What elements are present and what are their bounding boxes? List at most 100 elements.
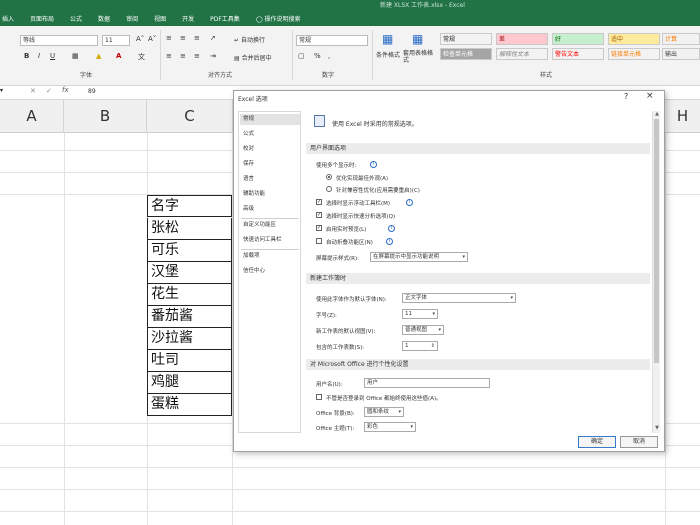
radio-opt-compat[interactable] <box>326 186 332 192</box>
indent-icon[interactable]: ⇥ <box>210 52 216 60</box>
nav-language[interactable]: 语言 <box>240 174 300 185</box>
phonetic-icon[interactable]: 文 <box>138 52 145 62</box>
grow-font-icon[interactable]: A˄ <box>136 35 144 43</box>
style-normal[interactable]: 常规 <box>440 33 492 45</box>
style-linked-cell[interactable]: 链接单元格 <box>608 48 660 60</box>
italic-icon[interactable]: I <box>38 52 40 60</box>
nav-quick-access[interactable]: 快速访问工具栏 <box>240 235 300 246</box>
font-size-box[interactable]: 11 <box>102 35 130 46</box>
table-cell[interactable]: 花生 <box>147 284 232 306</box>
align-center-icon[interactable]: ≡ <box>180 52 186 60</box>
comma-icon[interactable]: , <box>328 52 330 60</box>
table-cell[interactable]: 吐司 <box>147 350 232 372</box>
screentip-dropdown[interactable]: 在屏幕提示中显示功能说明 ▾ <box>370 252 468 262</box>
fill-color-icon[interactable]: ▲ <box>96 52 101 60</box>
cell-c-name-header[interactable]: 名字 <box>147 195 232 217</box>
style-neutral[interactable]: 适中 <box>608 33 660 45</box>
scroll-up-icon[interactable]: ▲ <box>653 111 661 117</box>
checkbox-quick-analysis[interactable]: ✓ <box>316 212 322 218</box>
conditional-format-label[interactable]: 条件格式 <box>376 50 400 59</box>
ok-button[interactable]: 确定 <box>578 436 616 448</box>
checkbox-always-use[interactable] <box>316 394 322 400</box>
style-good[interactable]: 好 <box>552 33 604 45</box>
nav-addins[interactable]: 加载项 <box>240 251 300 262</box>
nav-trust-center[interactable]: 信任中心 <box>240 266 300 277</box>
username-input[interactable]: 用户 <box>364 378 490 388</box>
nav-save[interactable]: 保存 <box>240 159 300 170</box>
font-size-dropdown[interactable]: 11 ▾ <box>402 309 438 319</box>
nav-customize-ribbon[interactable]: 自定义功能区 <box>240 220 300 231</box>
tab-developer[interactable]: 开发 <box>174 14 202 26</box>
table-cell[interactable]: 番茄酱 <box>147 306 232 328</box>
column-header-h[interactable]: H <box>665 100 700 133</box>
office-bg-dropdown[interactable]: 圆和条纹 ▾ <box>364 407 404 417</box>
tab-view[interactable]: 视图 <box>146 14 174 26</box>
column-header-b[interactable]: B <box>64 100 147 133</box>
table-cell[interactable]: 鸡腿 <box>147 372 232 394</box>
conditional-format-icon[interactable]: ▦ <box>382 32 393 46</box>
options-scrollbar[interactable]: ▲ ▼ <box>652 111 660 433</box>
scroll-down-icon[interactable]: ▼ <box>653 425 661 431</box>
cancel-entry-icon[interactable]: ✕ <box>30 87 36 95</box>
number-format-box[interactable]: 常规 <box>296 35 368 46</box>
radio-opt-appearance[interactable] <box>326 174 332 180</box>
tab-insert[interactable]: 插入 <box>0 14 22 26</box>
checkbox-collapse-ribbon[interactable] <box>316 238 322 244</box>
align-middle-icon[interactable]: ≡ <box>180 34 186 42</box>
border-icon[interactable]: ▦ <box>72 52 79 60</box>
shrink-font-icon[interactable]: A˅ <box>148 35 156 43</box>
nav-advanced[interactable]: 高级 <box>240 204 300 215</box>
align-left-icon[interactable]: ≡ <box>166 52 172 60</box>
style-output[interactable]: 输出 <box>662 48 700 60</box>
table-cell[interactable]: 蛋糕 <box>147 394 232 416</box>
column-header-a[interactable]: A <box>0 100 64 133</box>
formula-input[interactable]: 89 <box>88 88 96 95</box>
table-cell[interactable]: 可乐 <box>147 240 232 262</box>
percent-icon[interactable]: % <box>314 52 321 60</box>
column-header-c[interactable]: C <box>147 100 233 133</box>
merge-center-button[interactable]: ▤ 合并后居中 <box>234 53 272 62</box>
table-cell[interactable]: 汉堡 <box>147 262 232 284</box>
style-check-cell[interactable]: 检查单元格 <box>440 48 492 60</box>
style-bad[interactable]: 差 <box>496 33 548 45</box>
sheets-count-stepper[interactable]: 1 ⇕ <box>402 341 438 351</box>
checkbox-mini-toolbar[interactable]: ✓ <box>316 199 322 205</box>
tab-review[interactable]: 审阅 <box>118 14 146 26</box>
font-name-box[interactable]: 等线 <box>20 35 98 46</box>
align-bottom-icon[interactable]: ≡ <box>194 34 200 42</box>
bold-icon[interactable]: B <box>24 52 29 60</box>
tab-data[interactable]: 数据 <box>90 14 118 26</box>
confirm-entry-icon[interactable]: ✓ <box>46 87 52 95</box>
tab-tell-me[interactable]: ◯ 操作说明搜索 <box>248 14 309 26</box>
table-format-icon[interactable]: ▦ <box>412 32 423 46</box>
currency-icon[interactable]: ▢ <box>298 52 305 60</box>
name-box[interactable]: ▾ <box>0 87 12 98</box>
nav-accessibility[interactable]: 辅助功能 <box>240 189 300 200</box>
tab-page-layout[interactable]: 页面布局 <box>22 14 62 26</box>
font-color-icon[interactable]: A <box>116 52 121 60</box>
nav-formulas[interactable]: 公式 <box>240 129 300 140</box>
table-format-label[interactable]: 套用表格格式 <box>403 50 437 64</box>
style-calc[interactable]: 计算 <box>662 33 700 45</box>
checkbox-live-preview[interactable]: ✓ <box>316 225 322 231</box>
nav-general[interactable]: 常规 <box>240 114 300 125</box>
close-icon[interactable]: × <box>646 91 654 101</box>
tab-formulas[interactable]: 公式 <box>62 14 90 26</box>
align-top-icon[interactable]: ≡ <box>166 34 172 42</box>
underline-icon[interactable]: U <box>50 52 55 60</box>
wrap-text-button[interactable]: ↵ 自动换行 <box>234 35 265 44</box>
table-cell[interactable]: 张松 <box>147 218 232 240</box>
office-theme-dropdown[interactable]: 彩色 ▾ <box>364 422 416 432</box>
nav-proofing[interactable]: 校对 <box>240 144 300 155</box>
insert-function-icon[interactable]: fx <box>62 86 69 94</box>
help-icon[interactable]: ? <box>624 92 628 101</box>
default-font-dropdown[interactable]: 正文字体 ▾ <box>402 293 516 303</box>
tab-pdf-tools[interactable]: PDF工具集 <box>202 14 248 26</box>
align-right-icon[interactable]: ≡ <box>194 52 200 60</box>
orientation-icon[interactable]: ➚ <box>210 34 216 42</box>
table-cell[interactable]: 沙拉酱 <box>147 328 232 350</box>
style-warning[interactable]: 警告文本 <box>552 48 604 60</box>
default-view-dropdown[interactable]: 普通视图 ▾ <box>402 325 444 335</box>
style-explanatory[interactable]: 解释性文本 <box>496 48 548 60</box>
scrollbar-thumb[interactable] <box>654 119 659 363</box>
